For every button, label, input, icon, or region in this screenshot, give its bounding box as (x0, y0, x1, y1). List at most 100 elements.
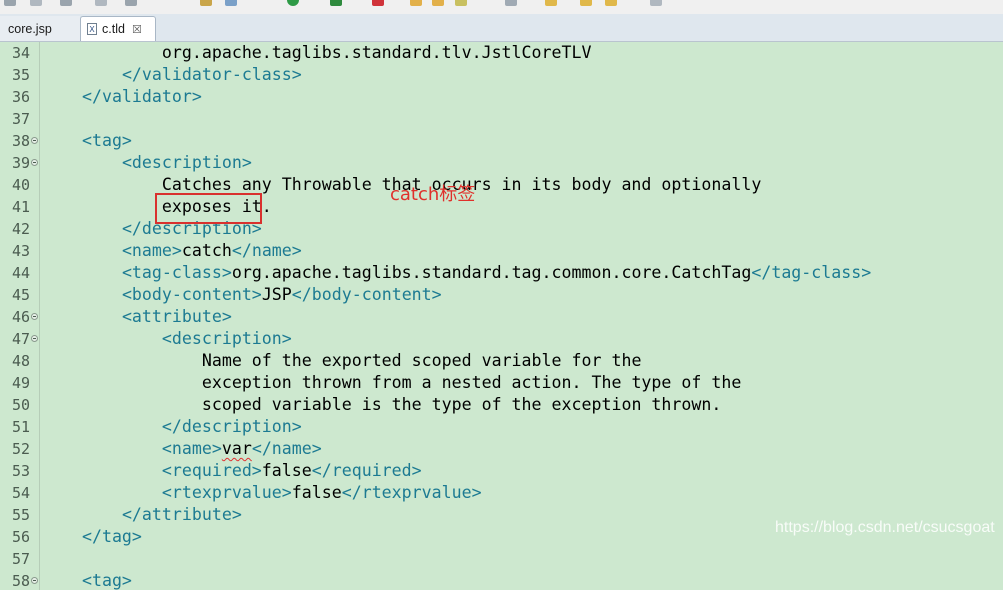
xml-tag: <required> (161, 461, 262, 480)
toolbar-icon[interactable] (95, 0, 107, 6)
editor-tab-bar: core.jsp X c.tld ☒ (0, 14, 1003, 42)
line-number: 52 (11, 440, 30, 458)
code-line[interactable]: 44 <tag-class>org.apache.taglibs.standar… (0, 262, 1003, 284)
xml-tag: </validator> (81, 87, 202, 106)
toolbar-icon[interactable] (30, 0, 42, 6)
line-number: 37 (11, 110, 30, 128)
line-number: 46 (11, 308, 30, 326)
code-line[interactable]: 39 <description> (0, 152, 1003, 174)
xml-tag: <name> (161, 439, 222, 458)
code-line[interactable]: 53 <required>false</required> (0, 460, 1003, 482)
line-number: 55 (11, 506, 30, 524)
code-line[interactable]: 42 </description> (0, 218, 1003, 240)
code-text: scoped variable is the type of the excep… (42, 394, 722, 416)
line-number: 54 (11, 484, 30, 502)
fold-collapse-icon[interactable] (31, 137, 38, 144)
code-line[interactable]: 58 <tag> (0, 570, 1003, 590)
tab-core-jsp[interactable]: core.jsp (0, 16, 80, 41)
toolbar-icon[interactable] (605, 0, 617, 6)
xml-tag: </tag> (81, 527, 142, 546)
code-line[interactable]: 35 </validator-class> (0, 64, 1003, 86)
xml-tag: </name> (231, 241, 302, 260)
xml-tag: </description> (161, 417, 302, 436)
line-number: 45 (11, 286, 30, 304)
toolbar-icon[interactable] (330, 0, 342, 6)
annotation-label: catch标签 (390, 184, 476, 205)
line-number: 44 (11, 264, 30, 282)
toolbar-icon[interactable] (125, 0, 137, 6)
fold-collapse-icon[interactable] (31, 335, 38, 342)
fold-collapse-icon[interactable] (31, 313, 38, 320)
xml-file-icon: X (87, 23, 97, 35)
xml-tag: <rtexprvalue> (161, 483, 292, 502)
code-text: <description> (42, 328, 292, 350)
toolbar-icon[interactable] (60, 0, 72, 6)
xml-text: false (261, 461, 312, 480)
code-text: </description> (42, 416, 302, 438)
code-line[interactable]: 54 <rtexprvalue>false</rtexprvalue> (0, 482, 1003, 504)
code-line[interactable]: 36 </validator> (0, 86, 1003, 108)
code-text: Name of the exported scoped variable for… (42, 350, 642, 372)
tab-c-tld[interactable]: X c.tld ☒ (80, 16, 156, 41)
spell-error-text: var (221, 439, 252, 458)
xml-text: org.apache.taglibs.standard.tag.common.c… (231, 263, 752, 282)
code-line[interactable]: 37 (0, 108, 1003, 130)
xml-tag: </validator-class> (121, 65, 302, 84)
code-text: <description> (42, 152, 252, 174)
code-editor[interactable]: 34 org.apache.taglibs.standard.tlv.JstlC… (0, 42, 1003, 590)
toolbar-icon[interactable] (580, 0, 592, 6)
run-icon[interactable] (287, 0, 299, 6)
toolbar-icon[interactable] (200, 0, 212, 6)
code-text: exception thrown from a nested action. T… (42, 372, 741, 394)
toolbar-icon[interactable] (4, 0, 16, 6)
toolbar-icon[interactable] (372, 0, 384, 6)
toolbar-icon[interactable] (225, 0, 237, 6)
code-line[interactable]: 41 exposes it. (0, 196, 1003, 218)
xml-tag: <name> (121, 241, 182, 260)
xml-tag: </tag-class> (751, 263, 872, 282)
xml-text: Name of the exported scoped variable for… (201, 351, 642, 370)
code-line[interactable]: 52 <name>var</name> (0, 438, 1003, 460)
toolbar-icon[interactable] (545, 0, 557, 6)
fold-collapse-icon[interactable] (31, 159, 38, 166)
code-line[interactable]: 49 exception thrown from a nested action… (0, 372, 1003, 394)
line-number: 53 (11, 462, 30, 480)
code-line[interactable]: 34 org.apache.taglibs.standard.tlv.JstlC… (0, 42, 1003, 64)
close-icon[interactable]: ☒ (132, 24, 142, 35)
code-line[interactable]: 57 (0, 548, 1003, 570)
code-line[interactable]: 38 <tag> (0, 130, 1003, 152)
folder-icon[interactable] (432, 0, 444, 6)
code-line[interactable]: 48 Name of the exported scoped variable … (0, 350, 1003, 372)
line-number: 41 (11, 198, 30, 216)
line-number: 49 (11, 374, 30, 392)
toolbar-icon[interactable] (650, 0, 662, 6)
code-line[interactable]: 43 <name>catch</name> (0, 240, 1003, 262)
code-line[interactable]: 46 <attribute> (0, 306, 1003, 328)
toolbar-icon[interactable] (455, 0, 467, 6)
xml-text: false (291, 483, 342, 502)
line-number: 38 (11, 132, 30, 150)
code-line[interactable]: 50 scoped variable is the type of the ex… (0, 394, 1003, 416)
code-line[interactable]: 40 Catches any Throwable that occurs in … (0, 174, 1003, 196)
code-line[interactable]: 45 <body-content>JSP</body-content> (0, 284, 1003, 306)
fold-collapse-icon[interactable] (31, 577, 38, 584)
line-number: 35 (11, 66, 30, 84)
code-line[interactable]: 47 <description> (0, 328, 1003, 350)
code-text: org.apache.taglibs.standard.tlv.JstlCore… (42, 42, 592, 64)
code-text: <tag-class>org.apache.taglibs.standard.t… (42, 262, 871, 284)
code-line[interactable]: 51 </description> (0, 416, 1003, 438)
watermark: https://blog.csdn.net/csucsgoat (775, 519, 995, 536)
folder-icon[interactable] (410, 0, 422, 6)
code-text: <rtexprvalue>false</rtexprvalue> (42, 482, 482, 504)
toolbar-icon[interactable] (505, 0, 517, 6)
